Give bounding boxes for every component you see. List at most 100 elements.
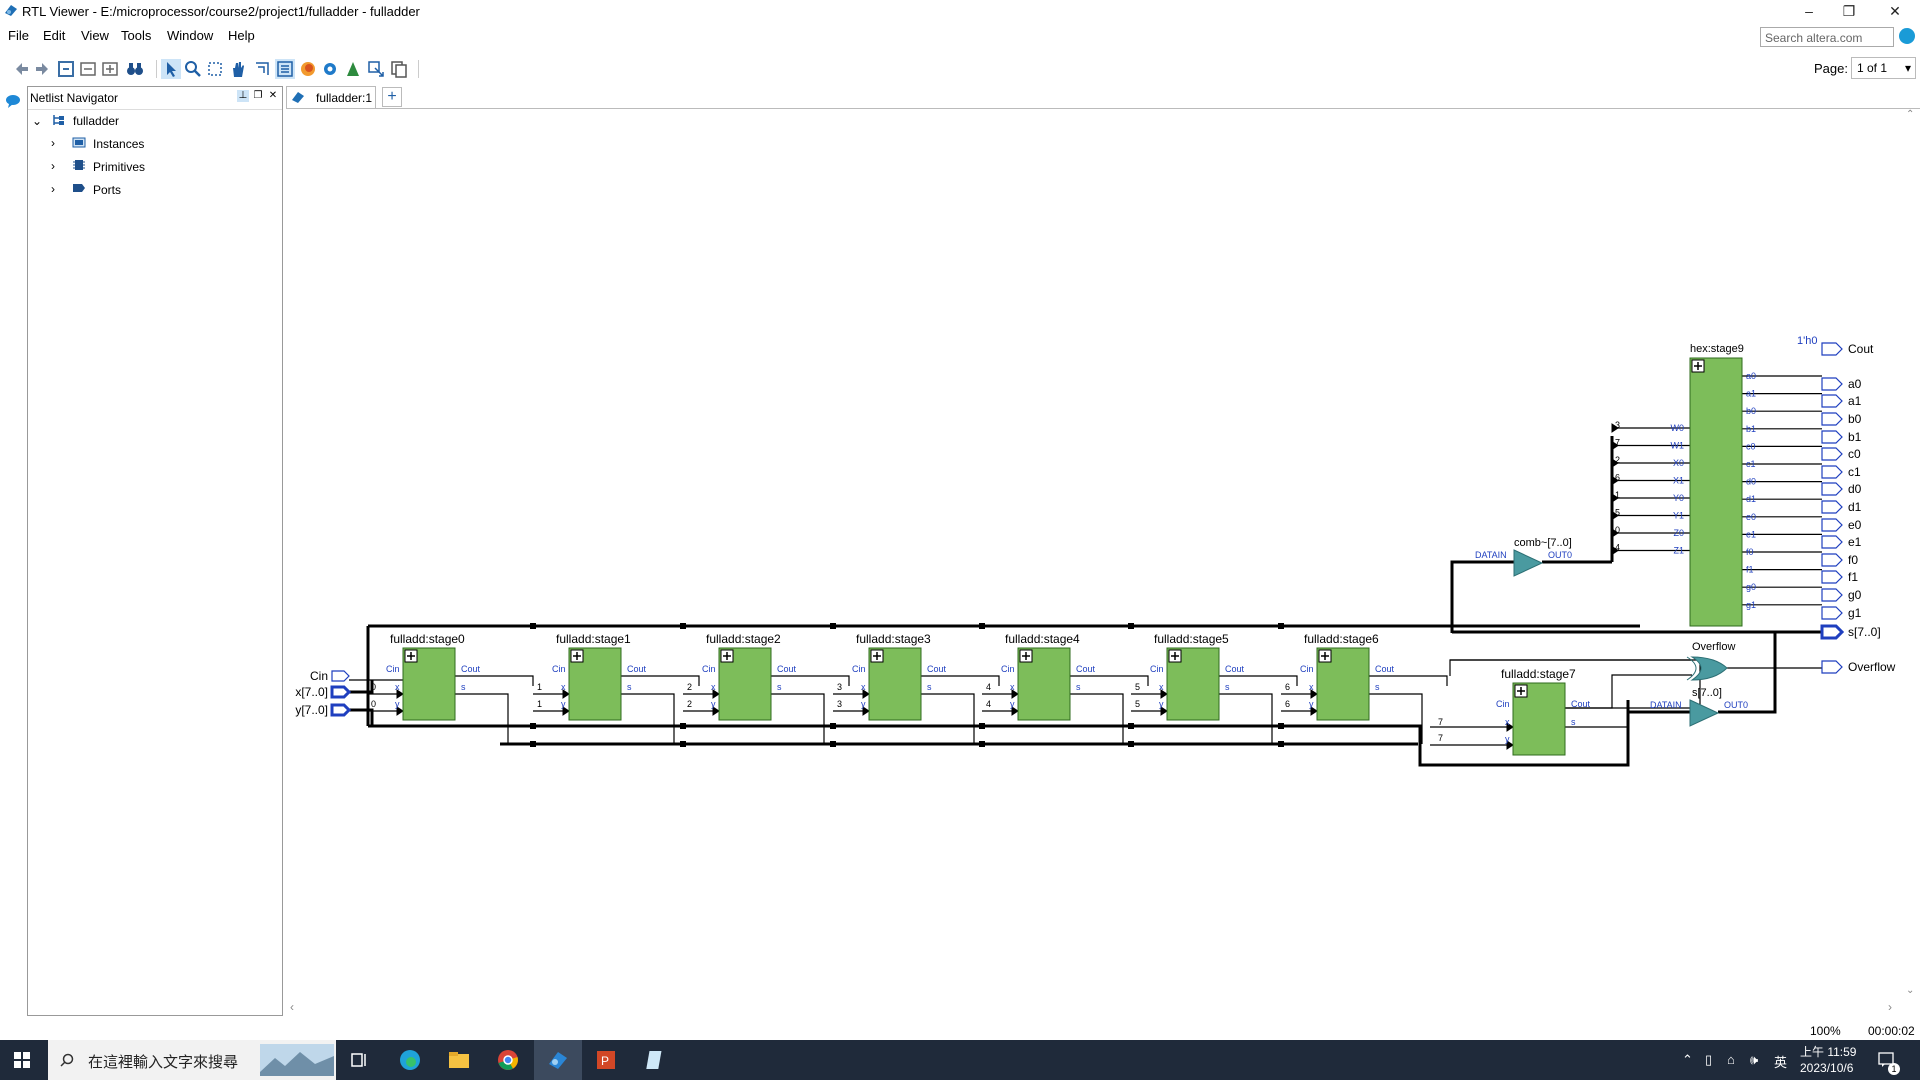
chevron-right-icon[interactable]: › — [51, 136, 55, 150]
scroll-right-icon[interactable]: › — [1888, 1000, 1892, 1014]
hex-output-port: a0 — [1746, 371, 1756, 381]
edge-browser-icon[interactable] — [398, 1048, 422, 1072]
file-explorer-icon[interactable] — [447, 1048, 471, 1072]
hex-output-port: g1 — [1746, 600, 1756, 610]
schematic-canvas[interactable]: Cin x[7..0] y[7..0] fulladd:stage0 Cin x y Cout… — [286, 109, 1900, 1005]
output-port-label: b1 — [1848, 430, 1862, 444]
hierarchy-icon[interactable] — [343, 59, 363, 79]
output-port-label: Cout — [1848, 342, 1874, 356]
page-select[interactable]: 1 of 1 ▾ — [1851, 57, 1916, 79]
tree-root-label[interactable]: fulladder — [73, 114, 119, 128]
instances-icon — [72, 137, 86, 148]
maximize-button[interactable]: ❐ — [1826, 0, 1872, 22]
hex-output-port: a1 — [1746, 389, 1756, 399]
pin-icon[interactable]: ⊥ — [237, 90, 249, 102]
forward-icon[interactable] — [32, 59, 52, 79]
junction-dot — [680, 741, 686, 747]
port-cin: Cin — [552, 664, 566, 674]
select-pointer-icon[interactable] — [161, 59, 181, 79]
menu-file[interactable]: File — [8, 28, 29, 43]
close-icon[interactable]: ✕ — [267, 90, 279, 102]
clock-time[interactable]: 上午 11:59 — [1800, 1043, 1856, 1060]
menu-edit[interactable]: Edit — [43, 28, 65, 43]
hand-icon[interactable] — [228, 59, 248, 79]
tab-fulladder[interactable]: fulladder:1 — [286, 86, 376, 108]
bit-index: 7 — [1615, 438, 1620, 448]
output-port — [1820, 624, 1845, 640]
task-view-icon[interactable] — [348, 1048, 372, 1072]
scroll-up-icon[interactable]: ⌃ — [1906, 109, 1914, 120]
fit-icon[interactable] — [205, 59, 225, 79]
output-port — [1821, 535, 1843, 549]
chat-bubble-icon[interactable] — [5, 94, 21, 108]
output-port — [1821, 518, 1843, 532]
globe-icon[interactable] — [1899, 28, 1915, 44]
wire — [1369, 675, 1448, 686]
hex-input-port: W0 — [1671, 423, 1685, 433]
output-port-label: f0 — [1848, 553, 1858, 567]
hex-output-port: g0 — [1746, 582, 1756, 592]
scroll-left-icon[interactable]: ‹ — [290, 1000, 294, 1014]
collapse-icon[interactable] — [78, 59, 98, 79]
chevron-down-icon[interactable]: ⌄ — [32, 114, 42, 128]
chevron-right-icon[interactable]: › — [51, 159, 55, 173]
clock-date[interactable]: 2023/10/6 — [1800, 1061, 1853, 1075]
menu-help[interactable]: Help — [228, 28, 255, 43]
close-button[interactable]: ✕ — [1872, 0, 1918, 22]
bit-index: 2 — [687, 682, 692, 692]
vertical-scrollbar[interactable]: ⌃ ⌄ — [1900, 109, 1920, 1005]
menu-tools[interactable]: Tools — [121, 28, 151, 43]
volume-icon[interactable]: 🕪 — [1750, 1052, 1758, 1068]
chevron-right-icon[interactable]: › — [51, 182, 55, 196]
netlist-icon[interactable] — [275, 59, 295, 79]
taskbar-search[interactable]: 在這裡輸入文字來搜尋 — [48, 1040, 336, 1080]
chrome-icon[interactable] — [496, 1048, 520, 1072]
selection-icon[interactable] — [252, 59, 272, 79]
copy-icon[interactable] — [389, 59, 409, 79]
network-icon[interactable]: ⌂ — [1727, 1052, 1735, 1067]
export-icon[interactable] — [366, 59, 386, 79]
notepad-icon[interactable] — [644, 1048, 668, 1072]
output-port-label: a0 — [1848, 377, 1862, 391]
constant-label: 1'h0 — [1797, 335, 1817, 347]
search-input[interactable]: Search altera.com — [1760, 27, 1894, 47]
float-icon[interactable]: ❐ — [252, 90, 264, 102]
port-s: s — [1571, 717, 1576, 727]
input-port-y-label: y[7..0] — [295, 703, 328, 717]
output-port-label: e0 — [1848, 518, 1862, 532]
ime-indicator[interactable]: 英 — [1774, 1052, 1787, 1071]
title-bar: RTL Viewer - E:/microprocessor/course2/p… — [0, 0, 1920, 22]
refresh-icon[interactable] — [56, 59, 76, 79]
scroll-down-icon[interactable]: ⌄ — [1906, 985, 1914, 996]
windows-start-icon[interactable] — [14, 1052, 30, 1068]
gear-icon[interactable] — [320, 59, 340, 79]
powerpoint-icon[interactable]: P — [594, 1048, 618, 1072]
menu-view[interactable]: View — [81, 28, 109, 43]
firefox-icon[interactable] — [298, 59, 318, 79]
tree-root[interactable]: ⌄ — [32, 114, 42, 128]
binoculars-icon[interactable] — [125, 59, 145, 79]
tree-item-instances[interactable]: Instances — [93, 137, 144, 151]
hex-output-port: e0 — [1746, 512, 1756, 522]
active-taskbar-slot[interactable] — [534, 1040, 582, 1080]
bit-index: 1 — [537, 699, 542, 709]
stage-title: fulladd:stage5 — [1154, 632, 1229, 646]
hex-output-port: d1 — [1746, 494, 1756, 504]
back-icon[interactable] — [12, 59, 32, 79]
zoom-icon[interactable] — [183, 59, 203, 79]
out0-label: OUT0 — [1548, 550, 1572, 560]
junction-dot — [1278, 623, 1284, 629]
hex-output-port: b0 — [1746, 406, 1756, 416]
tree-item-ports[interactable]: Ports — [93, 183, 121, 197]
tree-item-primitives[interactable]: Primitives — [93, 160, 145, 174]
battery-icon[interactable]: ▯ — [1705, 1052, 1712, 1068]
windows-taskbar: 在這裡輸入文字來搜尋 P ⌃ ▯ ⌂ 🕪 英 上午 11:59 2023/10/… — [0, 1040, 1920, 1080]
chevron-up-icon[interactable]: ⌃ — [1682, 1052, 1693, 1068]
expand-icon[interactable] — [100, 59, 120, 79]
add-tab-button[interactable]: + — [382, 87, 402, 107]
horizontal-scrollbar[interactable]: ‹ › — [286, 1000, 1900, 1016]
output-port — [1821, 660, 1843, 674]
menu-window[interactable]: Window — [167, 28, 213, 43]
bit-index: 3 — [837, 682, 842, 692]
bit-index: 4 — [986, 682, 991, 692]
